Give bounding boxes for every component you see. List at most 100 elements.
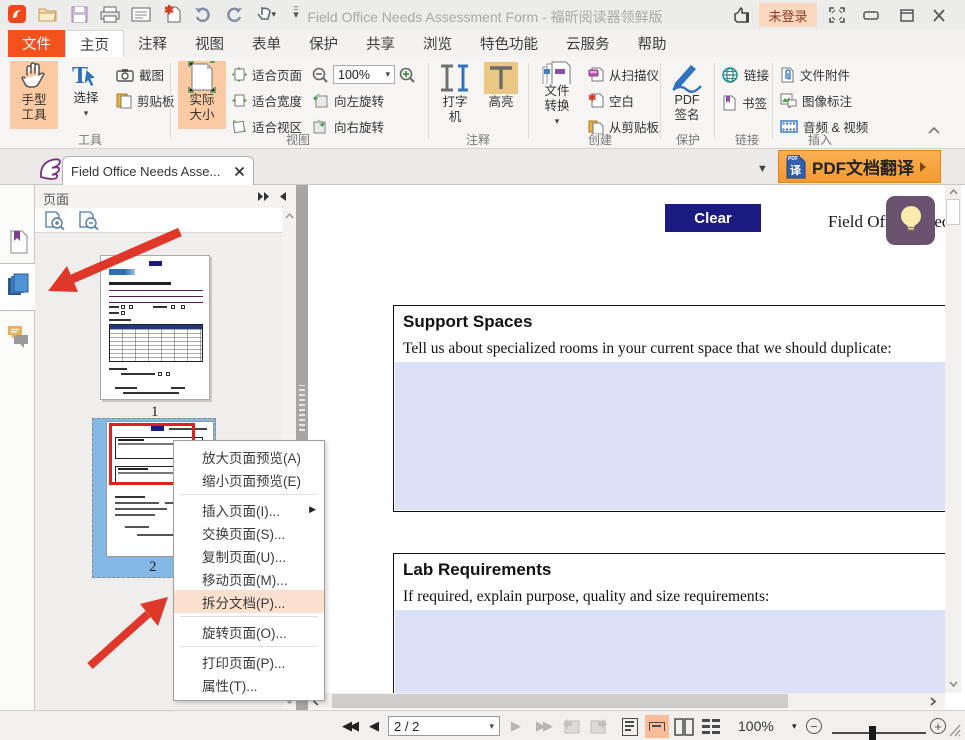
convert-button[interactable]: 文件转换 ▾ [534,61,580,129]
image-annotation-button[interactable]: 图像标注 [780,90,868,111]
menu-item-swap-pages[interactable]: 交换页面(S)... [174,521,324,544]
blank-page-button[interactable]: ✱ 空白 [588,90,659,111]
comments-panel-icon[interactable] [7,325,30,353]
tab-help[interactable]: 帮助 [624,30,681,57]
highlight-button[interactable]: 高亮 [480,61,522,129]
fit-width-button[interactable]: 适合宽度 [232,90,302,111]
facing-view-button[interactable] [672,715,696,738]
page-thumbnail-1[interactable] [100,255,210,400]
zoom-out-icon[interactable] [312,67,329,83]
restore-button[interactable] [896,4,918,26]
zoom-dropdown[interactable]: ▾ [792,715,797,737]
redo-icon[interactable] [223,3,245,25]
zoom-slider-track[interactable] [832,732,926,734]
actual-size-button[interactable]: 实际大小 [178,61,226,129]
menu-item-reduce-preview[interactable]: 缩小页面预览(E) [174,468,324,491]
horizontal-scrollbar[interactable] [308,693,945,709]
scroll-up-icon[interactable] [949,189,958,195]
menu-item-properties[interactable]: 属性(T)... [174,673,324,696]
tab-file[interactable]: 文件 [8,30,65,57]
vertical-scrollbar[interactable] [945,185,961,693]
clipboard-button[interactable]: 剪贴板 ▾ [116,90,184,111]
typewriter-button[interactable]: 打字机 [434,61,476,129]
from-scanner-button[interactable]: 从扫描仪 [588,64,659,85]
tab-comment[interactable]: 注释 [124,30,181,57]
select-tool-button[interactable]: T 选择 ▾ [64,61,108,129]
panel-collapse-icon[interactable] [278,191,287,202]
panel-scroll-up-icon[interactable] [285,213,294,219]
tab-cloud[interactable]: 云服务 [552,30,624,57]
tab-browse[interactable]: 浏览 [409,30,466,57]
zoom-slider-handle[interactable] [869,726,876,740]
open-file-icon[interactable] [37,3,59,25]
tab-home[interactable]: 主页 [65,30,124,57]
share-icon[interactable] [731,5,753,30]
continuous-facing-view-button[interactable] [699,715,723,738]
next-page-button[interactable]: ▶ [508,715,524,737]
menu-item-move-pages[interactable]: 移动页面(M)... [174,567,324,590]
rotate-left-button[interactable]: 向左旋转 [312,90,384,111]
doc-tab-close-icon[interactable] [234,166,245,177]
email-icon[interactable] [130,3,152,25]
save-icon[interactable] [68,3,90,25]
fullscreen-icon[interactable] [826,4,848,26]
menu-item-duplicate-pages[interactable]: 复制页面(U)... [174,544,324,567]
lightbulb-annotation-icon[interactable] [886,196,935,245]
tab-features[interactable]: 特色功能 [466,30,552,57]
minimize-button[interactable] [860,4,882,26]
tab-share[interactable]: 共享 [352,30,409,57]
lab-requirements-field[interactable] [395,610,945,693]
last-page-button[interactable]: ▶▶ [532,715,554,737]
select-dropdown[interactable]: ▾ [84,106,89,121]
support-spaces-field[interactable] [395,362,945,510]
menu-item-enlarge-preview[interactable]: 放大页面预览(A) [174,445,324,468]
fit-page-button[interactable]: 适合页面 [232,64,302,85]
tabbar-dropdown[interactable]: ▼ [757,163,768,175]
undo-icon[interactable] [192,3,214,25]
zoom-level-combobox[interactable]: 100% ▾ [333,65,395,84]
close-button[interactable] [928,4,950,26]
menu-item-split-document[interactable]: 拆分文档(P)... [174,590,324,613]
clear-form-button[interactable]: Clear [665,204,761,232]
bookmark-button[interactable]: 书签 [722,92,769,113]
reduce-thumbnails-icon[interactable] [79,211,99,230]
single-page-view-button[interactable] [618,715,642,738]
new-document-icon[interactable]: ✱ [161,3,183,25]
login-status-badge[interactable]: 未登录 [759,3,817,27]
convert-dropdown[interactable]: ▾ [555,114,560,129]
link-button[interactable]: 链接 [722,64,769,85]
continuous-view-button[interactable] [645,715,669,738]
zoom-out-button[interactable]: − [806,715,822,737]
enlarge-thumbnails-icon[interactable] [45,211,65,230]
zoom-in-icon[interactable] [399,67,416,83]
snapshot-button[interactable]: 截图 [116,64,184,85]
scroll-down-icon[interactable] [949,681,958,687]
previous-view-button[interactable] [562,715,580,737]
pages-panel-icon[interactable] [7,273,30,304]
menu-item-print-pages[interactable]: 打印页面(P)... [174,650,324,673]
splitter-grip[interactable] [299,385,305,431]
pdf-sign-button[interactable]: PDF签名 [664,61,710,129]
menu-item-rotate-pages[interactable]: 旋转页面(O)... [174,620,324,643]
horizontal-scroll-thumb[interactable] [332,694,788,708]
vertical-scroll-thumb[interactable] [946,199,960,225]
pdf-translate-button[interactable]: PDF译 PDF文档翻译 [778,150,941,183]
print-icon[interactable] [99,3,121,25]
bookmarks-panel-icon[interactable] [8,230,28,259]
ribbon-collapse-icon[interactable] [928,125,940,137]
next-view-button[interactable] [590,715,608,737]
tab-form[interactable]: 表单 [238,30,295,57]
previous-page-button[interactable]: ◀ [366,715,382,737]
panel-expand-icon[interactable] [257,191,271,202]
hand-tool-button[interactable]: 手型工具 [10,61,58,129]
page-number-box[interactable]: 2 / 2 ▾ [388,716,500,736]
reading-mode-icon[interactable] [38,157,62,186]
scroll-right-icon[interactable] [930,697,936,706]
tab-protect[interactable]: 保护 [295,30,352,57]
resize-grip[interactable] [948,723,961,740]
file-attachment-button[interactable]: 文件附件 [780,64,868,85]
zoom-in-button[interactable]: + [930,715,946,737]
tab-view[interactable]: 视图 [181,30,238,57]
doc-tab[interactable]: Field Office Needs Asse... [62,156,254,185]
first-page-button[interactable]: ◀◀ [338,715,360,737]
